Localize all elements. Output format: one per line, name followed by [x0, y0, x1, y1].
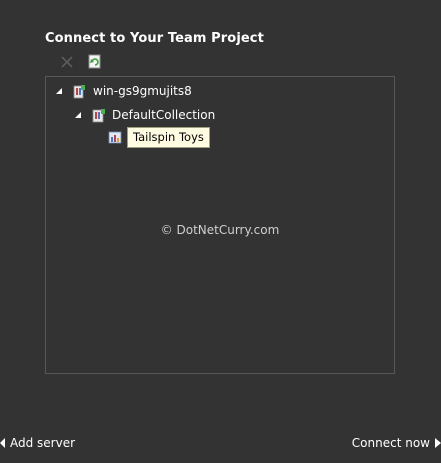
collection-label: DefaultCollection: [112, 108, 216, 122]
add-server-label: Add server: [10, 436, 76, 450]
watermark: © DotNetCurry.com: [160, 223, 280, 237]
tree-node-collection[interactable]: DefaultCollection: [73, 106, 215, 124]
connect-now-button[interactable]: Connect now: [352, 436, 441, 450]
add-server-button[interactable]: Add server: [0, 436, 75, 450]
tree-node-project[interactable]: Tailspin Toys: [108, 126, 210, 148]
expanded-arrow-icon[interactable]: [73, 110, 83, 120]
team-explorer-tree: win-gs9gmujits8 DefaultCollection Tailsp…: [45, 76, 395, 374]
refresh-icon[interactable]: [86, 53, 104, 71]
connect-now-label: Connect now: [351, 436, 430, 450]
server-label: win-gs9gmujits8: [93, 84, 192, 98]
expanded-arrow-icon[interactable]: [54, 86, 64, 96]
delete-icon[interactable]: [58, 53, 76, 71]
server-icon: [73, 84, 85, 98]
dialog-title: Connect to Your Team Project: [45, 31, 264, 46]
project-label: Tailspin Toys: [127, 126, 210, 148]
arrow-right-icon: [435, 438, 441, 448]
collection-icon: [92, 108, 105, 122]
team-project-icon: [108, 131, 122, 143]
arrow-left-icon: [0, 438, 5, 448]
tree-node-server[interactable]: win-gs9gmujits8: [54, 82, 192, 100]
